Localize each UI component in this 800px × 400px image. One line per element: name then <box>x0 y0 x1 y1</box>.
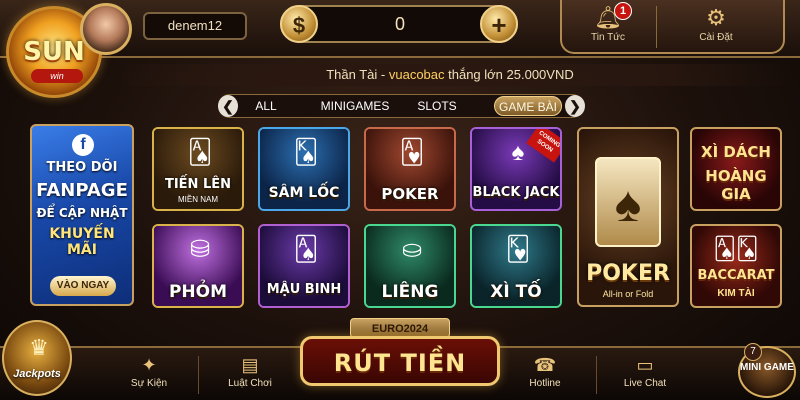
chat-bubble-icon: ▭ <box>636 355 654 375</box>
game-tile-poker[interactable]: 🂱 POKER <box>364 127 456 211</box>
minigame-badge: 7 <box>744 343 762 361</box>
fanpage-line-1: THEO DÕI <box>46 160 118 175</box>
phone-icon: ☎ <box>533 355 557 375</box>
facebook-icon: f <box>72 134 94 156</box>
news-label: Tin Tức <box>591 32 625 43</box>
news-button[interactable]: 🔔︎ Tin Tức <box>568 4 648 52</box>
game-tile-xi-to[interactable]: 🂾 XÌ TỐ <box>470 224 562 308</box>
bell-icon: 🔔︎ <box>594 5 622 30</box>
fanpage-line-4: KHUYẾN MÃI <box>49 226 115 258</box>
live-chat-label: Live Chat <box>623 378 667 389</box>
fanpage-line-2: FANPAGE <box>36 180 128 201</box>
chevron-right-icon[interactable]: ❯ <box>565 95 585 117</box>
username-display[interactable]: denem12 <box>143 12 247 40</box>
fanpage-line-3: ĐỂ CẬP NHẬT <box>36 206 128 220</box>
game-name: TIẾN LÊN <box>164 177 232 192</box>
cards-icon: 🂡 <box>187 139 213 166</box>
game-tile-mau-binh[interactable]: 🂡 MẬU BINH <box>258 224 350 308</box>
minigame-label: MINI GAME <box>740 362 794 373</box>
news-badge: 1 <box>614 2 632 20</box>
game-tile-tien-len[interactable]: 🂡 TIẾN LÊN MIỀN NAM <box>152 127 244 211</box>
game-tile-xi-dach-hoang-gia[interactable]: XÌ DÁCH HOÀNG GIA <box>690 127 782 211</box>
hotline-label: Hotline <box>529 378 561 389</box>
game-tile-black-jack[interactable]: ♠ COMING SOON BLACK JACK <box>470 127 562 211</box>
rules-button[interactable]: ▤ Luật Chơi <box>205 352 295 398</box>
game-tile-phom[interactable]: ⛁ PHỎM <box>152 224 244 308</box>
settings-button[interactable]: ⚙︎ Cài Đặt <box>676 4 756 52</box>
euro2024-tag: EURO2024 <box>350 318 450 338</box>
coins-icon: ⛁ <box>189 236 211 263</box>
winner-ticker: Thần Tài - vuacobac thắng lớn 25.000VND <box>110 64 790 86</box>
game-subtitle: HOÀNG GIA <box>705 167 767 203</box>
cards-icon: 🂡🂮 <box>713 236 759 261</box>
game-name: XÌ TỐ <box>490 282 542 302</box>
hotline-button[interactable]: ☎ Hotline <box>500 352 590 398</box>
cards-icon: 🂡 <box>293 236 319 263</box>
jackpot-button[interactable]: ♛ Jackpots <box>2 320 72 396</box>
game-name: XÌ DÁCH <box>701 143 771 161</box>
divider <box>596 356 597 394</box>
game-name: BLACK JACK <box>472 185 560 200</box>
coin-icon[interactable]: $ <box>280 5 318 43</box>
cards-icon: 🂱 <box>399 139 425 166</box>
game-name: POKER <box>381 185 439 203</box>
jackpot-label: Jackpots <box>13 368 61 380</box>
tab-game-bai[interactable]: GAME BÀI <box>494 96 562 116</box>
game-name: MẬU BINH <box>266 282 342 297</box>
live-chat-button[interactable]: ▭ Live Chat <box>600 352 690 398</box>
game-name: SÂM LỐC <box>268 185 340 201</box>
game-subtitle: MIỀN NAM <box>178 195 218 204</box>
spade-card-icon: ♠ <box>595 157 661 247</box>
tab-all[interactable]: ALL <box>248 96 284 116</box>
balance-value: 0 <box>394 14 405 34</box>
game-name: PHỎM <box>168 282 228 302</box>
tab-minigames[interactable]: MINIGAMES <box>310 96 400 116</box>
lion-icon: ♛ <box>29 335 49 360</box>
chevron-left-icon[interactable]: ❮ <box>218 95 238 117</box>
game-tile-baccarat-kim-tai[interactable]: 🂡🂮 BACCARAT KIM TÀI <box>690 224 782 308</box>
withdraw-button[interactable]: RÚT TIỀN <box>300 336 500 386</box>
divider <box>656 6 657 48</box>
game-subtitle: All-in or Fold <box>602 289 654 299</box>
party-popper-icon: ✦ <box>141 355 157 375</box>
tab-slots[interactable]: SLOTS <box>412 96 462 116</box>
cards-icon: 🂮 <box>293 139 319 166</box>
fanpage-promo-banner[interactable]: f THEO DÕI FANPAGE ĐỂ CẬP NHẬT KHUYẾN MÃ… <box>30 124 134 306</box>
events-button[interactable]: ✦ Sự Kiện <box>104 352 194 398</box>
ticker-suffix: thắng lớn 25.000VND <box>444 67 574 82</box>
game-name: LIÊNG <box>381 282 439 302</box>
withdraw-label: RÚT TIỀN <box>333 349 467 377</box>
events-label: Sự Kiện <box>130 378 168 389</box>
book-icon: ▤ <box>241 355 259 375</box>
game-name: BACCARAT <box>697 268 775 283</box>
game-tile-poker-all-in[interactable]: ♠ POKER All-in or Fold <box>577 127 679 307</box>
chips-icon: ⛀ <box>401 236 423 263</box>
rules-label: Luật Chơi <box>228 378 272 389</box>
game-tile-sam-loc[interactable]: 🂮 SÂM LỐC <box>258 127 350 211</box>
settings-label: Cài Đặt <box>699 32 733 43</box>
game-tile-lieng[interactable]: ⛀ LIÊNG <box>364 224 456 308</box>
game-name: POKER <box>586 261 670 286</box>
avatar[interactable] <box>80 3 132 55</box>
game-subtitle: KIM TÀI <box>717 288 755 299</box>
gear-icon: ⚙︎ <box>706 5 726 30</box>
fanpage-cta-button[interactable]: VÀO NGAY <box>50 276 116 296</box>
ticker-prefix: Thần Tài - <box>326 67 389 82</box>
logo-sub-text: win <box>31 69 83 83</box>
divider <box>198 356 199 394</box>
add-funds-button[interactable]: + <box>480 5 518 43</box>
cards-icon: 🂾 <box>505 236 531 263</box>
ticker-user: vuacobac <box>388 67 445 82</box>
